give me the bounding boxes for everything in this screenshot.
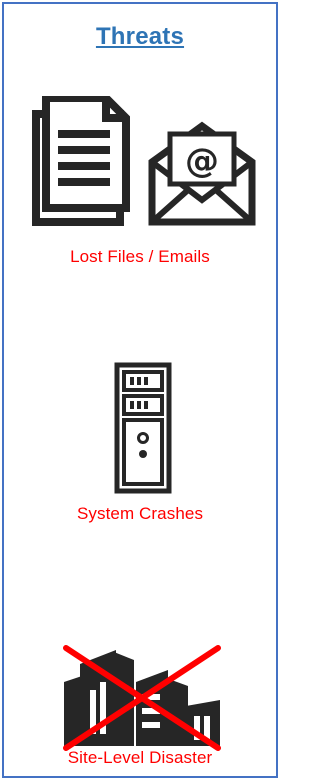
server-tower-icon	[114, 362, 172, 499]
threat-label-system-crashes: System Crashes	[76, 504, 204, 523]
email-envelope-icon: @	[144, 118, 260, 233]
document-icon	[28, 94, 144, 231]
threat-label-site-disaster: Site-Level Disaster	[67, 748, 213, 767]
svg-text:@: @	[185, 141, 219, 181]
threats-panel: Threats @ Lost Files / Emails System Cra…	[2, 2, 278, 778]
threat-label-lost-files: Lost Files / Emails	[70, 247, 210, 266]
panel-title: Threats	[95, 23, 185, 50]
red-x-icon	[58, 642, 226, 757]
